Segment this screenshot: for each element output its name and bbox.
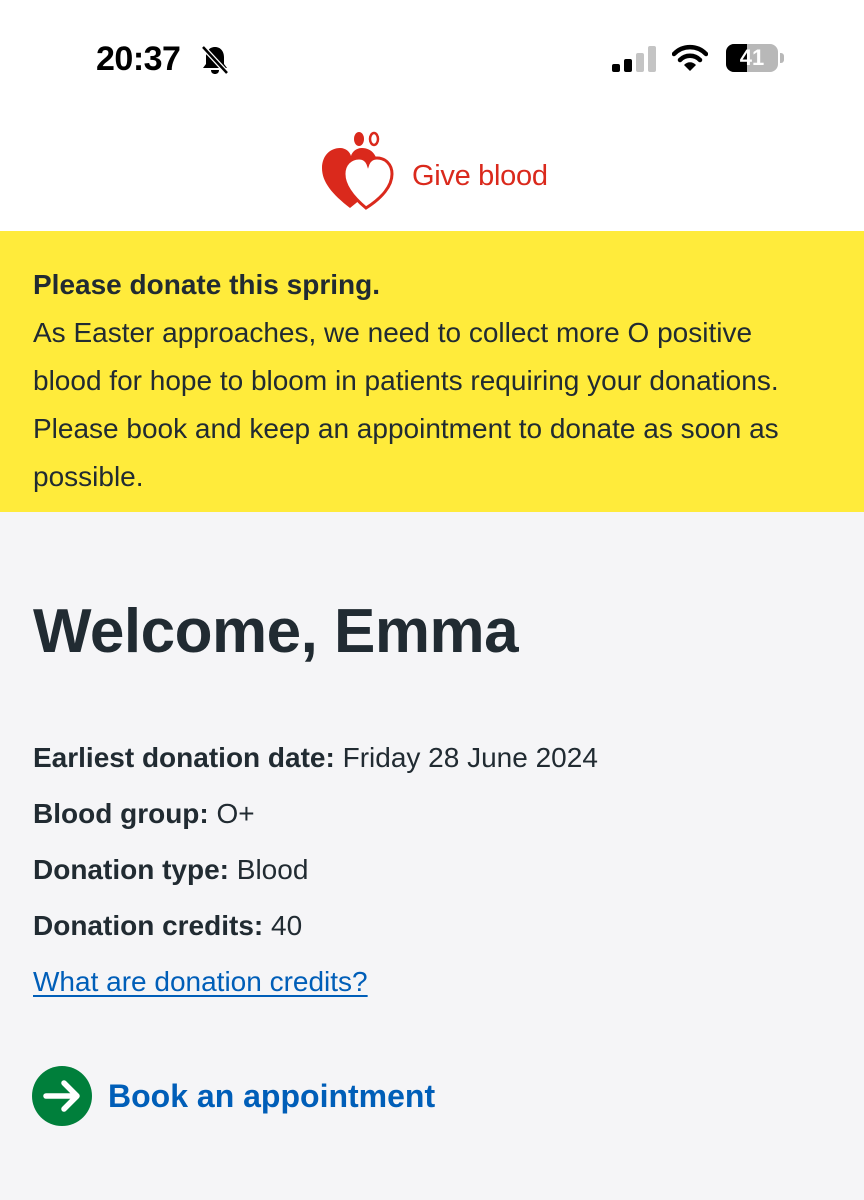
arrow-right-circle-icon [32, 1066, 92, 1126]
battery-body: 41 [726, 44, 778, 72]
detail-value: Friday 28 June 2024 [342, 742, 598, 773]
detail-label: Blood group: [33, 798, 209, 829]
site-header: Give blood [0, 118, 864, 231]
detail-value: O+ [216, 798, 255, 829]
detail-label: Donation credits: [33, 910, 264, 941]
logo-text: Give blood [412, 160, 548, 192]
status-bar: 20:37 41 [0, 0, 864, 118]
detail-value: 40 [271, 910, 303, 941]
detail-label: Earliest donation date: [33, 742, 335, 773]
wifi-icon [672, 44, 708, 71]
detail-donation-credits: Donation credits: 40 [33, 898, 598, 954]
detail-blood-group: Blood group: O+ [33, 786, 598, 842]
book-appointment-link[interactable]: Book an appointment [108, 1078, 435, 1115]
main-content: Welcome, Emma Earliest donation date: Fr… [0, 512, 864, 1200]
status-time: 20:37 [96, 40, 181, 78]
credits-link-row: What are donation credits? [33, 954, 598, 1010]
battery-icon: 41 [726, 44, 784, 72]
book-appointment-action[interactable]: Book an appointment [32, 1066, 435, 1126]
detail-earliest-donation-date: Earliest donation date: Friday 28 June 2… [33, 730, 598, 786]
banner-title: Please donate this spring. [33, 269, 380, 300]
hearts-logo-icon [322, 131, 394, 210]
banner-body: As Easter approaches, we need to collect… [33, 317, 779, 492]
battery-level: 41 [739, 45, 765, 70]
cellular-signal-icon [612, 46, 656, 72]
donation-credits-link[interactable]: What are donation credits? [33, 966, 368, 997]
bell-slash-icon [201, 45, 229, 75]
detail-donation-type: Donation type: Blood [33, 842, 598, 898]
battery-cap [780, 53, 784, 63]
donor-details: Earliest donation date: Friday 28 June 2… [33, 730, 598, 1010]
spring-donation-banner: Please donate this spring. As Easter app… [0, 231, 864, 512]
page-title: Welcome, Emma [33, 597, 519, 666]
detail-label: Donation type: [33, 854, 229, 885]
give-blood-logo[interactable]: Give blood [320, 130, 550, 210]
detail-value: Blood [236, 854, 309, 885]
